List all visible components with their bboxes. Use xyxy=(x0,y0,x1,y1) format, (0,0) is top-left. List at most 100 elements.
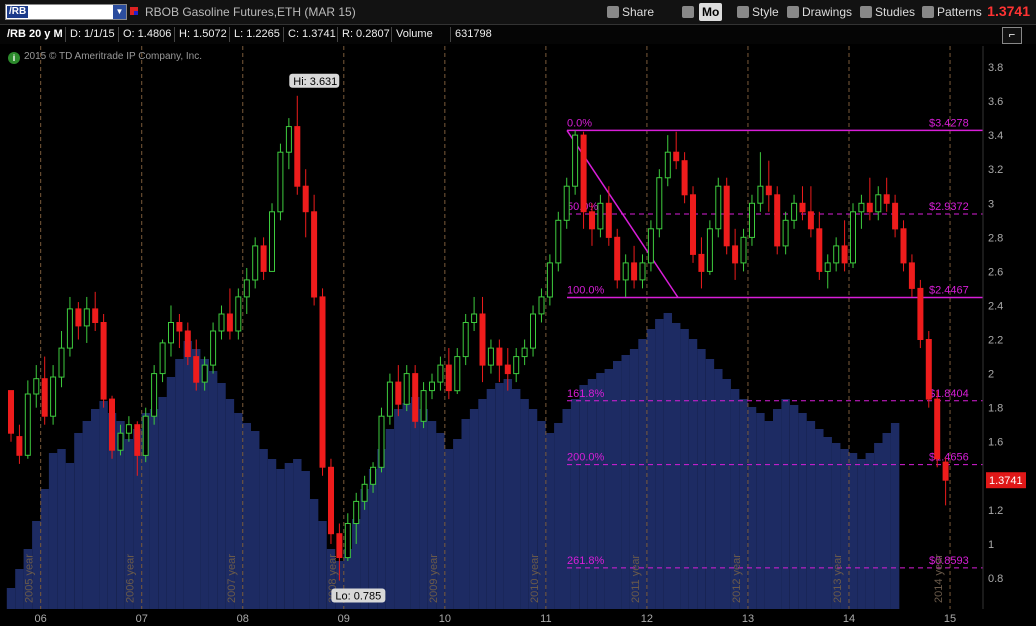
candle-body xyxy=(75,308,82,327)
volume-bar xyxy=(764,421,774,609)
candle-body xyxy=(740,236,747,264)
x-tick-label: 10 xyxy=(439,613,451,625)
volume-bar xyxy=(411,397,420,609)
candle-body xyxy=(555,219,562,264)
volume-bar xyxy=(259,449,268,609)
year-label: 2009 year xyxy=(428,554,440,603)
volume-bar xyxy=(284,463,294,609)
candle-body xyxy=(125,424,132,434)
year-label: 2013 year xyxy=(832,554,844,603)
volume-bar xyxy=(604,369,614,609)
candle-body xyxy=(471,313,478,323)
volume-bar xyxy=(495,383,504,609)
candle-body xyxy=(285,126,292,153)
volume-bar xyxy=(478,399,487,609)
candle-body xyxy=(378,415,385,468)
candle-body xyxy=(429,381,435,392)
volume-bar xyxy=(385,429,395,609)
candle-body xyxy=(546,262,553,298)
x-tick-label: 06 xyxy=(35,613,47,625)
volume-bar xyxy=(646,329,656,609)
volume-bar xyxy=(705,359,715,609)
volume-bar xyxy=(419,409,428,609)
volume-bar xyxy=(461,419,470,609)
fib-level-label: 261.8% xyxy=(567,555,605,567)
candle-body xyxy=(243,279,250,298)
candle-body xyxy=(370,466,377,485)
fib-level-label: 200.0% xyxy=(567,452,605,464)
candle-body xyxy=(892,202,899,230)
candle-body xyxy=(142,415,149,456)
candle-body xyxy=(690,194,696,255)
volume-bar xyxy=(722,379,731,609)
volume-bar xyxy=(503,379,513,609)
candle-body xyxy=(824,262,831,272)
candle-body xyxy=(706,228,713,272)
volume-bar xyxy=(680,329,689,609)
y-tick-label: 3.8 xyxy=(988,62,1003,74)
candle-body xyxy=(41,378,48,417)
candle-body xyxy=(353,500,360,524)
candle-body xyxy=(681,160,688,196)
volume-bar xyxy=(486,389,496,609)
candle-body xyxy=(412,373,419,422)
volume-bar xyxy=(57,449,66,609)
y-tick-label: 2.4 xyxy=(988,300,1003,312)
candle-body xyxy=(294,126,301,187)
x-tick-label: 15 xyxy=(944,613,956,625)
volume-bar xyxy=(545,433,555,609)
volume-bar xyxy=(815,429,824,609)
volume-bar xyxy=(663,313,673,609)
year-label: 2014 year xyxy=(933,554,945,603)
volume-bar xyxy=(520,399,529,609)
volume-bar xyxy=(293,459,302,609)
volume-bar xyxy=(714,369,723,609)
volume-bar xyxy=(562,409,571,609)
candle-body xyxy=(109,398,115,451)
volume-bar xyxy=(149,409,159,609)
volume-bar xyxy=(48,453,58,609)
volume-bar xyxy=(276,469,285,609)
candle-body xyxy=(496,347,503,366)
y-tick-label: 3.2 xyxy=(988,164,1003,176)
candle-body xyxy=(58,347,65,378)
fib-level-label: 0.0% xyxy=(567,117,592,129)
candle-body xyxy=(866,202,873,213)
candle-body xyxy=(934,398,941,460)
volume-bar xyxy=(857,459,866,609)
candle-body xyxy=(749,202,755,238)
volume-bar xyxy=(512,389,521,609)
volume-bar xyxy=(570,399,580,609)
candle-body xyxy=(942,461,949,481)
candle-body xyxy=(201,364,208,383)
price-chart[interactable]: 0.0%$3.427850.0%$2.9372100.0%$2.4467161.… xyxy=(0,0,1036,626)
candle-body xyxy=(917,287,924,340)
candle-body xyxy=(277,151,284,213)
volume-bar xyxy=(865,453,875,609)
candle-body xyxy=(563,185,570,221)
candle-body xyxy=(168,322,174,344)
volume-bar xyxy=(251,431,260,609)
volume-bar xyxy=(301,471,310,609)
volume-bar xyxy=(267,459,277,609)
last-price-marker-label: 1.3741 xyxy=(989,475,1023,487)
y-tick-label: 1.8 xyxy=(988,403,1003,415)
candle-body xyxy=(487,347,494,366)
volume-bar xyxy=(40,489,49,609)
candle-body xyxy=(336,533,343,559)
candle-body xyxy=(386,381,393,417)
volume-bar xyxy=(882,433,891,609)
candle-body xyxy=(8,390,14,434)
candle-body xyxy=(732,245,739,264)
volume-bar xyxy=(444,449,454,609)
y-tick-label: 1 xyxy=(988,539,994,551)
volume-bar xyxy=(613,361,622,609)
volume-bars xyxy=(6,313,900,609)
candle-body xyxy=(639,262,646,281)
x-tick-label: 07 xyxy=(136,613,148,625)
candle-body xyxy=(193,356,200,383)
year-label: 2006 year xyxy=(125,554,137,603)
candle-body xyxy=(622,262,629,281)
candle-body xyxy=(210,330,217,366)
candle-body xyxy=(774,194,781,247)
